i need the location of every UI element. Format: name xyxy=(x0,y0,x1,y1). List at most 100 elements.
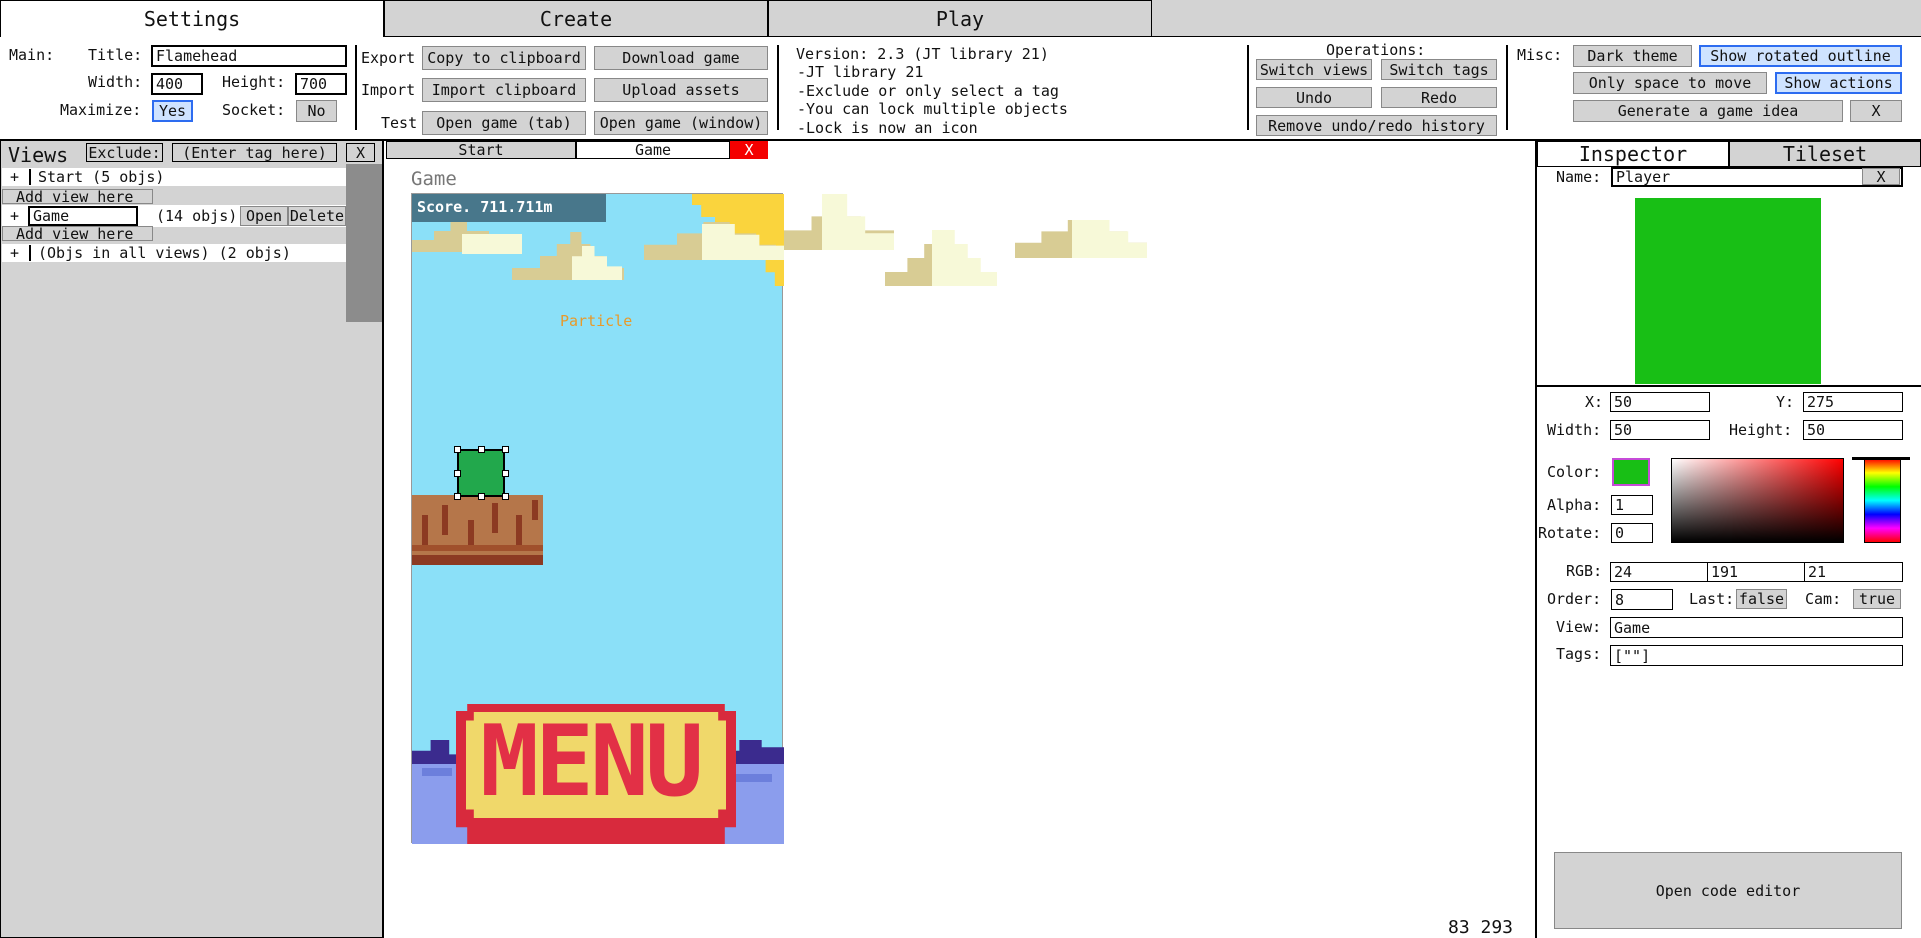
water-highlight xyxy=(422,768,452,776)
hue-slider[interactable] xyxy=(1864,458,1901,543)
particle-label: Particle xyxy=(560,312,633,330)
operations-label: Operations: xyxy=(1326,41,1426,59)
undo-button[interactable]: Undo xyxy=(1256,87,1372,108)
resize-handle[interactable] xyxy=(454,446,461,453)
delete-view-button[interactable]: Delete xyxy=(288,206,346,226)
add-view-button[interactable]: Add view here xyxy=(2,188,153,206)
view-row-start[interactable]: + Start (5 objs) xyxy=(2,168,346,186)
open-code-editor-button[interactable]: Open code editor xyxy=(1554,852,1902,929)
export-label: Export xyxy=(361,49,416,67)
resize-handle[interactable] xyxy=(478,446,485,453)
switch-tags-button[interactable]: Switch tags xyxy=(1381,59,1497,80)
dark-theme-button[interactable]: Dark theme xyxy=(1573,45,1692,67)
width-input[interactable]: 50 xyxy=(1610,420,1710,440)
open-game-window-button[interactable]: Open game (window) xyxy=(594,111,768,135)
divider xyxy=(1247,45,1249,130)
y-input[interactable]: 275 xyxy=(1803,392,1903,412)
clear-tag-button[interactable]: X xyxy=(346,143,375,162)
rgb-r-input[interactable]: 24 xyxy=(1610,562,1708,582)
open-game-tab-button[interactable]: Open game (tab) xyxy=(422,111,586,135)
alpha-input[interactable]: 1 xyxy=(1611,495,1653,515)
hue-slider-handle[interactable] xyxy=(1852,457,1910,460)
add-view-button[interactable]: Add view here xyxy=(2,225,153,243)
row-separator xyxy=(29,245,31,261)
redo-button[interactable]: Redo xyxy=(1381,87,1497,108)
rotate-label: Rotate: xyxy=(1538,524,1602,542)
width-input[interactable]: 400 xyxy=(151,73,203,95)
expand-icon[interactable]: + xyxy=(10,168,19,186)
switch-views-button[interactable]: Switch views xyxy=(1256,59,1372,80)
wood-grain xyxy=(492,503,498,533)
title-input[interactable]: Flamehead xyxy=(151,45,347,67)
resize-handle[interactable] xyxy=(502,493,509,500)
color-label: Color: xyxy=(1547,463,1602,481)
rotate-input[interactable]: 0 xyxy=(1611,523,1653,543)
editor-tab-start[interactable]: Start xyxy=(386,141,576,159)
tags-input[interactable]: [""] xyxy=(1610,645,1903,666)
order-input[interactable]: 8 xyxy=(1611,589,1673,610)
show-actions-toggle[interactable]: Show actions xyxy=(1775,72,1902,94)
exclude-button[interactable]: Exclude: xyxy=(86,143,163,162)
x-input[interactable]: 50 xyxy=(1610,392,1710,412)
tab-create[interactable]: Create xyxy=(384,0,768,37)
tab-play[interactable]: Play xyxy=(768,0,1152,37)
editor-tab-bar xyxy=(768,141,1536,159)
color-swatch[interactable] xyxy=(1612,458,1650,486)
version-line: -Lock is now an icon xyxy=(797,119,978,137)
clear-name-button[interactable]: X xyxy=(1862,168,1900,186)
generate-game-idea-button[interactable]: Generate a game idea xyxy=(1573,100,1843,122)
game-canvas[interactable]: Score. 711.711m Particle MENU xyxy=(411,193,1147,844)
import-clipboard-button[interactable]: Import clipboard xyxy=(422,78,586,102)
resize-handle[interactable] xyxy=(502,470,509,477)
wood-grain xyxy=(468,520,474,545)
rgb-b-input[interactable]: 21 xyxy=(1804,562,1903,582)
resize-handle[interactable] xyxy=(454,470,461,477)
import-label: Import xyxy=(361,81,416,99)
expand-icon[interactable]: + xyxy=(10,244,19,262)
view-label: View: xyxy=(1556,618,1602,636)
views-scrollbar[interactable] xyxy=(346,164,382,322)
resize-handle[interactable] xyxy=(478,493,485,500)
download-game-button[interactable]: Download game xyxy=(594,46,768,70)
expand-icon[interactable]: + xyxy=(10,207,19,225)
tag-filter-input[interactable]: (Enter tag here) xyxy=(172,143,337,162)
show-rotated-outline-toggle[interactable]: Show rotated outline xyxy=(1699,45,1902,67)
upload-assets-button[interactable]: Upload assets xyxy=(594,78,768,102)
height-input[interactable]: 50 xyxy=(1803,420,1903,440)
color-picker-gradient[interactable] xyxy=(1671,458,1844,543)
tab-inspector[interactable]: Inspector xyxy=(1537,141,1729,167)
tab-settings[interactable]: Settings xyxy=(0,0,384,37)
close-editor-tab-button[interactable]: X xyxy=(730,141,768,159)
open-view-button[interactable]: Open xyxy=(240,206,288,226)
socket-toggle[interactable]: No xyxy=(296,100,337,122)
misc-label: Misc: xyxy=(1517,46,1563,64)
remove-history-button[interactable]: Remove undo/redo history xyxy=(1256,115,1497,136)
height-input[interactable]: 700 xyxy=(295,73,347,95)
editor-tab-game[interactable]: Game xyxy=(576,141,730,159)
close-misc-button[interactable]: X xyxy=(1850,100,1902,122)
wood-grain xyxy=(412,545,543,551)
version-line: -You can lock multiple objects xyxy=(797,100,1068,118)
last-toggle[interactable]: false xyxy=(1736,589,1787,609)
player-sprite[interactable] xyxy=(457,449,505,497)
divider xyxy=(1506,45,1508,130)
cam-toggle[interactable]: true xyxy=(1853,589,1901,609)
view-input[interactable]: Game xyxy=(1610,617,1903,638)
view-row-all[interactable]: + (Objs in all views) (2 objs) xyxy=(2,244,346,262)
resize-handle[interactable] xyxy=(502,446,509,453)
version-line: Version: 2.3 (JT library 21) xyxy=(796,45,1049,63)
maximize-toggle[interactable]: Yes xyxy=(152,100,193,122)
rgb-g-input[interactable]: 191 xyxy=(1707,562,1805,582)
views-title: Views xyxy=(8,143,69,167)
view-name-input[interactable]: Game xyxy=(28,206,138,226)
height-label: Height: xyxy=(1729,421,1793,439)
view-label: Start (5 objs) xyxy=(38,168,165,186)
resize-handle[interactable] xyxy=(454,493,461,500)
canvas-view-title: Game xyxy=(411,168,457,190)
y-label: Y: xyxy=(1776,393,1795,411)
only-space-to-move-button[interactable]: Only space to move xyxy=(1573,72,1767,94)
copy-to-clipboard-button[interactable]: Copy to clipboard xyxy=(422,46,586,70)
main-label: Main: xyxy=(9,46,55,64)
name-input[interactable]: Player xyxy=(1611,167,1903,187)
tab-tileset[interactable]: Tileset xyxy=(1729,141,1921,167)
